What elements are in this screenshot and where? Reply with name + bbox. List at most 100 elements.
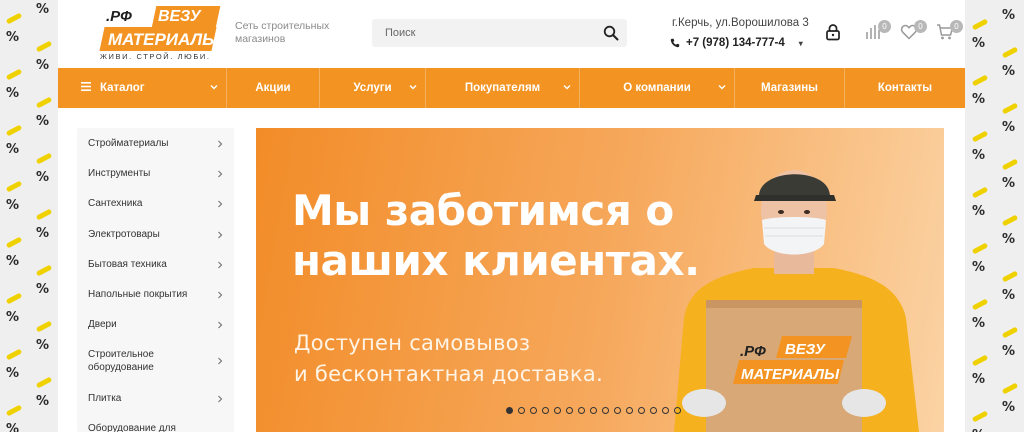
pattern-dash <box>1001 46 1019 59</box>
menu-promotions-label: Акции <box>255 82 291 94</box>
menu-services[interactable]: Услуги <box>320 68 426 108</box>
phone-number[interactable]: +7 (978) 134-777-4 <box>686 37 785 49</box>
slider-dot[interactable] <box>506 407 513 414</box>
slider-dot[interactable] <box>578 407 585 414</box>
menu-promotions[interactable]: Акции <box>227 68 320 108</box>
sidebar-item-label: Строительное оборудование <box>88 349 154 373</box>
pattern-percent: % <box>972 316 986 331</box>
sidebar-item-electrical[interactable]: Электротовары <box>77 228 234 241</box>
pattern-percent: % <box>1002 344 1016 359</box>
pattern-percent: % <box>6 422 20 432</box>
chevron-right-icon <box>218 231 223 238</box>
pattern-dash <box>5 236 23 249</box>
pattern-percent: % <box>36 58 50 73</box>
chevron-right-icon <box>218 291 223 298</box>
slider-dot[interactable] <box>602 407 609 414</box>
slider-dot[interactable] <box>650 407 657 414</box>
box-logo-line1: ВЕЗУ <box>785 341 827 358</box>
pattern-percent: % <box>972 148 986 163</box>
pattern-percent: % <box>1002 64 1016 79</box>
search-icon[interactable] <box>603 25 619 41</box>
pattern-percent: % <box>36 170 50 185</box>
slider-dot[interactable] <box>674 407 681 414</box>
slider-dot[interactable] <box>638 407 645 414</box>
banner-headline: Мы заботимся о наших клиентах. <box>292 186 700 286</box>
sidebar-item-label: Стройматериалы <box>88 138 169 149</box>
menu-customers-label: Покупателям <box>464 82 541 94</box>
menu-stores[interactable]: Магазины <box>735 68 845 108</box>
slider-dot[interactable] <box>626 407 633 414</box>
logo-slogan: ЖИВИ. СТРОЙ. ЛЮБИ. <box>100 52 211 61</box>
sidebar-item-plumbing[interactable]: Сантехника <box>77 197 234 210</box>
sidebar-item-doors[interactable]: Двери <box>77 318 234 331</box>
pattern-percent: % <box>1002 288 1016 303</box>
sidebar-item-appliances[interactable]: Бытовая техника <box>77 258 234 271</box>
pattern-percent: % <box>1002 8 1016 23</box>
banner-subtitle-line2: и бесконтактная доставка. <box>294 362 604 386</box>
slider-dot[interactable] <box>518 407 525 414</box>
pattern-dash <box>1001 214 1019 227</box>
sidebar-item-equipment-for[interactable]: Оборудование для <box>77 422 234 432</box>
logo[interactable]: .РФ ВЕЗУ МАТЕРИАЛЫ ЖИВИ. СТРОЙ. ЛЮБИ. <box>96 6 221 62</box>
pattern-percent: % <box>36 226 50 241</box>
logo-line1: ВЕЗУ <box>158 8 201 25</box>
sidebar-item-construction-equipment[interactable]: Строительное оборудование <box>77 348 234 374</box>
pattern-dash <box>5 68 23 81</box>
sidebar-item-label: Сантехника <box>88 198 143 209</box>
pattern-dash <box>35 376 53 389</box>
sidebar-item-label: Оборудование для <box>88 423 176 432</box>
menu-about[interactable]: О компании <box>580 68 735 108</box>
pattern-dash <box>5 124 23 137</box>
pattern-dash <box>5 348 23 361</box>
hero-banner[interactable]: Мы заботимся о наших клиентах. Доступен … <box>256 128 944 432</box>
phone-row[interactable]: +7 (978) 134-777-4 ▾ <box>670 37 803 49</box>
sidebar-item-label: Бытовая техника <box>88 259 167 270</box>
sidebar-item-flooring[interactable]: Напольные покрытия <box>77 288 234 301</box>
cart-count-badge: 0 <box>950 20 963 33</box>
banner-subtitle: Доступен самовывоз и бесконтактная доста… <box>294 328 603 390</box>
menu-services-label: Услуги <box>353 82 392 94</box>
pattern-percent: % <box>1002 400 1016 415</box>
menu-contacts[interactable]: Контакты <box>845 68 965 108</box>
pattern-dash <box>35 40 53 53</box>
sidebar-item-label: Двери <box>88 319 117 330</box>
sidebar-item-tools[interactable]: Инструменты <box>77 167 234 180</box>
sidebar-item-label: Электротовары <box>88 229 160 240</box>
hamburger-icon <box>81 82 91 91</box>
sidebar-item-tiles[interactable]: Плитка <box>77 392 234 405</box>
search-input[interactable] <box>372 19 592 47</box>
menu-stores-label: Магазины <box>761 82 818 94</box>
lock-icon[interactable] <box>824 23 842 41</box>
slider-dot[interactable] <box>590 407 597 414</box>
pattern-dash <box>971 242 989 255</box>
banner-subtitle-line1: Доступен самовывоз <box>294 331 531 355</box>
sidebar-item-building-materials[interactable]: Стройматериалы <box>77 137 234 150</box>
compare-count-badge: 0 <box>878 20 891 33</box>
header: .РФ ВЕЗУ МАТЕРИАЛЫ ЖИВИ. СТРОЙ. ЛЮБИ. Се… <box>58 0 965 68</box>
pattern-percent: % <box>972 204 986 219</box>
menu-contacts-label: Контакты <box>877 82 933 94</box>
pattern-percent: % <box>36 394 50 409</box>
pattern-dash <box>971 186 989 199</box>
slider-dot[interactable] <box>614 407 621 414</box>
pattern-percent: % <box>36 2 50 17</box>
pattern-dash <box>971 410 989 423</box>
pattern-dash <box>1001 382 1019 395</box>
pattern-dash <box>35 320 53 333</box>
pattern-dash <box>971 354 989 367</box>
chevron-down-icon <box>210 85 218 90</box>
slider-dot[interactable] <box>542 407 549 414</box>
menu-catalog[interactable]: Каталог <box>58 68 227 108</box>
slider-dot[interactable] <box>566 407 573 414</box>
slider-dot[interactable] <box>662 407 669 414</box>
phone-dropdown-icon[interactable]: ▾ <box>799 39 803 48</box>
courier-illustration: .РФ ВЕЗУ МАТЕРИАЛЫ <box>674 170 919 432</box>
box-logo-rf: .РФ <box>740 343 766 360</box>
pattern-percent: % <box>6 142 20 157</box>
menu-customers[interactable]: Покупателям <box>426 68 580 108</box>
chevron-right-icon <box>218 140 223 147</box>
pattern-percent: % <box>6 310 20 325</box>
pattern-percent: % <box>972 428 985 432</box>
slider-dot[interactable] <box>530 407 537 414</box>
slider-dot[interactable] <box>554 407 561 414</box>
